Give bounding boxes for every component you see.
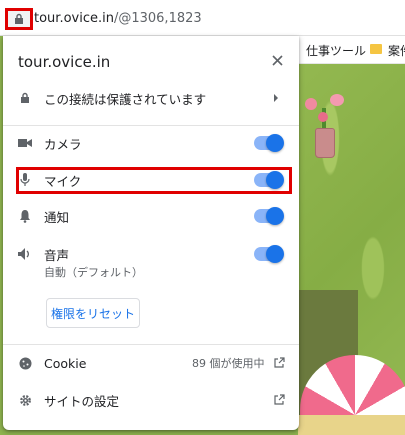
permission-row-camera: カメラ bbox=[3, 126, 299, 160]
close-button[interactable] bbox=[267, 50, 287, 70]
speaker-icon bbox=[18, 247, 32, 261]
bell-icon bbox=[18, 209, 32, 223]
permission-label: 通知 bbox=[44, 209, 70, 225]
permission-row-notifications: 通知 bbox=[3, 199, 299, 233]
popup-title: tour.ovice.in bbox=[18, 53, 111, 71]
sand bbox=[298, 415, 405, 435]
camera-icon bbox=[18, 136, 32, 150]
url-text[interactable]: tour.ovice.in/@1306,1823 bbox=[34, 11, 202, 26]
permission-label: 音声 bbox=[44, 247, 70, 263]
lock-icon bbox=[18, 91, 32, 105]
site-info-button[interactable] bbox=[5, 8, 33, 30]
lock-icon bbox=[15, 13, 23, 24]
close-icon bbox=[271, 54, 283, 66]
site-settings-row[interactable]: サイトの設定 bbox=[3, 383, 299, 417]
sound-setting-sub: 自動（デフォルト） bbox=[44, 266, 143, 279]
highlight-box bbox=[16, 167, 292, 194]
flower bbox=[305, 98, 317, 110]
cookie-label: Cookie bbox=[44, 355, 87, 371]
cookie-row[interactable]: Cookie 89 個が使用中 bbox=[3, 346, 299, 380]
flower bbox=[330, 94, 344, 106]
notifications-toggle[interactable] bbox=[254, 207, 284, 225]
bookmarks-bar: 仕事ツール 案件 bbox=[298, 36, 405, 64]
flower bbox=[318, 112, 328, 122]
bookmark-work-tools[interactable]: 仕事ツール bbox=[306, 42, 366, 59]
chevron-right-icon bbox=[274, 94, 278, 102]
gear-icon bbox=[18, 393, 32, 407]
folder-icon bbox=[370, 44, 382, 54]
external-link-icon bbox=[274, 357, 285, 368]
cookie-count: 89 個が使用中 bbox=[192, 357, 265, 370]
reset-permissions-button[interactable]: 権限をリセット bbox=[46, 298, 140, 328]
vase bbox=[315, 128, 335, 158]
camera-toggle[interactable] bbox=[254, 134, 284, 152]
permission-label: カメラ bbox=[44, 136, 82, 152]
url-host: tour.ovice.in bbox=[34, 11, 114, 26]
site-settings-label: サイトの設定 bbox=[44, 393, 120, 409]
bookmark-cases[interactable]: 案件 bbox=[388, 42, 405, 59]
site-info-popup: tour.ovice.in この接続は保護されています カメラ マイク 通知 音… bbox=[3, 36, 299, 430]
connection-secure-row[interactable]: この接続は保護されています bbox=[3, 81, 299, 115]
cookie-icon bbox=[18, 356, 32, 370]
divider bbox=[3, 344, 299, 345]
address-bar: tour.ovice.in/@1306,1823 bbox=[0, 0, 405, 36]
external-link-icon bbox=[274, 394, 285, 405]
sound-toggle[interactable] bbox=[254, 245, 284, 263]
connection-label: この接続は保護されています bbox=[44, 91, 207, 107]
url-path: /@1306,1823 bbox=[113, 11, 202, 26]
